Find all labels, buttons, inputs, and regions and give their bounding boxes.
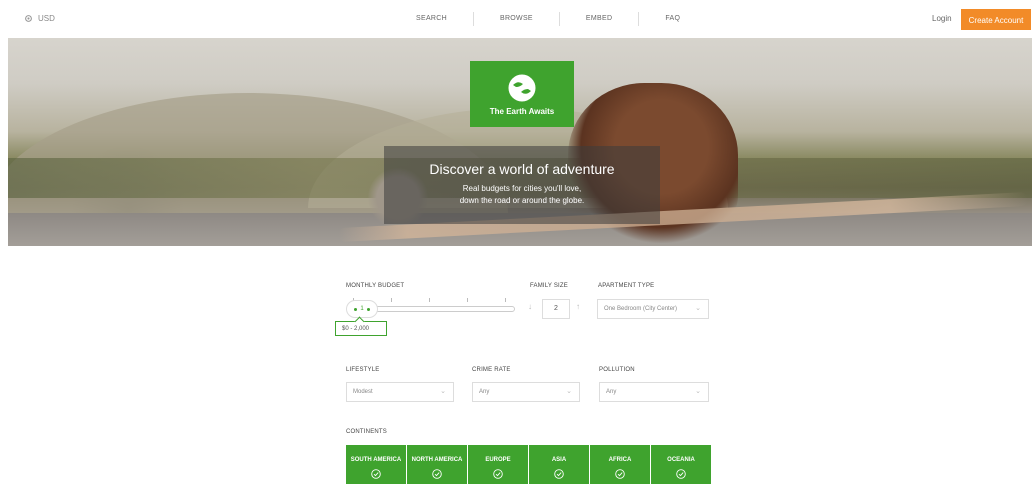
- continent-name: ASIA: [551, 457, 567, 463]
- crime-rate-value: Any: [479, 389, 490, 395]
- monthly-budget-label: MONTHLY BUDGET: [346, 283, 405, 289]
- globe-hands-icon: [508, 74, 536, 102]
- check-circle-icon: [615, 469, 625, 479]
- crime-rate-select[interactable]: Any ⌄: [472, 382, 580, 402]
- continent-north-america[interactable]: NORTH AMERICA: [407, 445, 467, 484]
- continents-label: CONTINENTS: [346, 429, 387, 435]
- continent-name: AFRICA: [608, 457, 632, 463]
- apartment-type-value: One Bedroom (City Center): [604, 306, 678, 312]
- nav-search-link[interactable]: SEARCH: [390, 12, 474, 26]
- handle-value: 1: [360, 306, 364, 312]
- apartment-type-select[interactable]: One Bedroom (City Center) ⌄: [597, 299, 709, 319]
- budget-slider-track[interactable]: [370, 306, 515, 312]
- handle-dot: [366, 307, 370, 311]
- pollution-value: Any: [606, 389, 617, 395]
- continent-south-america[interactable]: SOUTH AMERICA: [346, 445, 406, 484]
- brand-logo[interactable]: The Earth Awaits: [470, 61, 574, 127]
- slider-tick: [467, 298, 468, 302]
- crime-rate-label: CRIME RATE: [472, 367, 511, 373]
- continent-name: SOUTH AMERICA: [350, 457, 402, 463]
- lifestyle-value: Modest: [353, 389, 373, 395]
- check-circle-icon: [554, 469, 564, 479]
- handle-dot: [354, 307, 358, 311]
- slider-tick: [391, 298, 392, 302]
- continent-oceania[interactable]: OCEANIA: [651, 445, 711, 484]
- main-nav: SEARCH BROWSE EMBED FAQ: [390, 12, 706, 26]
- create-account-button[interactable]: Create Account: [961, 9, 1031, 30]
- check-circle-icon: [676, 469, 686, 479]
- budget-range-tooltip: $0 - 2,000: [335, 321, 387, 336]
- continent-europe[interactable]: EUROPE: [468, 445, 528, 484]
- arrow-up-icon[interactable]: ↑: [576, 302, 580, 311]
- hero-headline: Discover a world of adventure: [429, 161, 615, 177]
- continents-grid: SOUTH AMERICA NORTH AMERICA EUROPE ASIA …: [346, 445, 711, 484]
- currency-label: USD: [38, 14, 55, 23]
- continent-asia[interactable]: ASIA: [529, 445, 589, 484]
- slider-tick: [429, 298, 430, 302]
- login-link[interactable]: Login: [932, 14, 952, 23]
- chevron-down-icon: ⌄: [440, 388, 446, 395]
- family-size-label: FAMILY SIZE: [530, 283, 568, 289]
- apartment-type-label: APARTMENT TYPE: [598, 283, 655, 289]
- gear-icon: [25, 15, 32, 22]
- nav-embed-link[interactable]: EMBED: [560, 12, 640, 26]
- nav-browse-link[interactable]: BROWSE: [474, 12, 560, 26]
- continent-name: NORTH AMERICA: [411, 457, 463, 463]
- continent-name: EUROPE: [485, 457, 511, 463]
- arrow-down-icon[interactable]: ↓: [528, 302, 532, 311]
- chevron-down-icon: ⌄: [695, 388, 701, 395]
- continent-name: OCEANIA: [667, 457, 695, 463]
- top-navigation: USD SEARCH BROWSE EMBED FAQ Login Create…: [0, 0, 1032, 38]
- hero-subline-1: Real budgets for cities you'll love,: [462, 184, 582, 193]
- chevron-down-icon: ⌄: [566, 388, 572, 395]
- check-circle-icon: [432, 469, 442, 479]
- hero-subline: Real budgets for cities you'll love, dow…: [384, 183, 660, 207]
- hero-caption: Discover a world of adventure Real budge…: [384, 146, 660, 224]
- check-circle-icon: [493, 469, 503, 479]
- slider-tick: [505, 298, 506, 302]
- budget-slider-handle[interactable]: 1: [346, 300, 378, 318]
- lifestyle-label: LIFESTYLE: [346, 367, 380, 373]
- pollution-label: POLLUTION: [599, 367, 635, 373]
- currency-selector[interactable]: USD: [24, 14, 55, 23]
- family-size-value[interactable]: 2: [542, 299, 570, 319]
- pollution-select[interactable]: Any ⌄: [599, 382, 709, 402]
- chevron-down-icon: ⌄: [695, 305, 701, 312]
- continent-africa[interactable]: AFRICA: [590, 445, 650, 484]
- brand-name: The Earth Awaits: [489, 107, 555, 116]
- check-circle-icon: [371, 469, 381, 479]
- hero-subline-2: down the road or around the globe.: [459, 196, 585, 205]
- lifestyle-select[interactable]: Modest ⌄: [346, 382, 454, 402]
- nav-faq-link[interactable]: FAQ: [639, 12, 706, 26]
